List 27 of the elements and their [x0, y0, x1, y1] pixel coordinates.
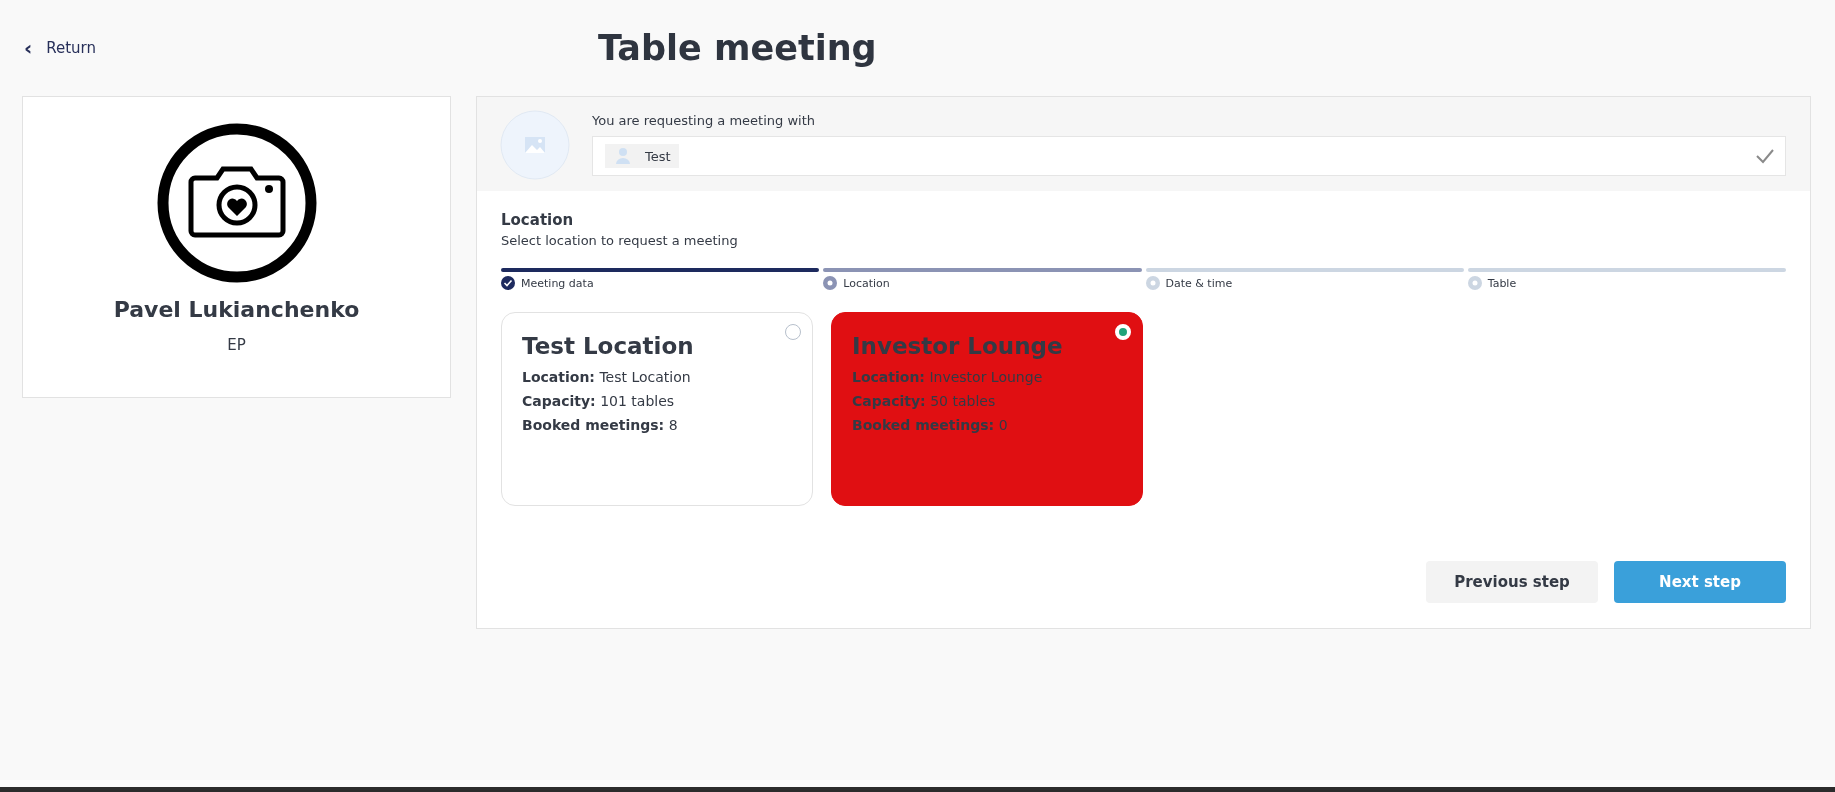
- section-subtitle: Select location to request a meeting: [501, 233, 739, 248]
- image-placeholder-icon: [500, 110, 570, 180]
- location-card[interactable]: Test Location Location: Test Location Capacity: 101 tables Booked meetings: 8: [501, 312, 813, 506]
- location-detail: Booked meetings: 0: [852, 417, 1009, 433]
- step-label[interactable]: Meeting data: [521, 276, 594, 290]
- location-detail: Location: Test Location: [522, 369, 692, 385]
- location-detail: Location: Investor Lounge: [852, 369, 1044, 385]
- step-label[interactable]: Table: [1487, 276, 1517, 290]
- profile-role: EP: [227, 336, 246, 354]
- location-detail: Booked meetings: 8: [522, 417, 679, 433]
- step-label[interactable]: Location: [843, 276, 890, 290]
- attendee-field[interactable]: Test: [592, 136, 1786, 176]
- location-title: Investor Lounge: [852, 333, 1064, 359]
- attendee-chip[interactable]: Test: [605, 144, 679, 168]
- previous-step-button[interactable]: Previous step: [1426, 561, 1598, 603]
- page-title: Table meeting: [598, 28, 877, 68]
- request-label: You are requesting a meeting with: [592, 113, 817, 128]
- attendee-name: Test: [645, 148, 671, 164]
- person-icon: [615, 147, 631, 165]
- return-link[interactable]: ‹ Return: [24, 36, 598, 60]
- location-detail: Capacity: 101 tables: [522, 393, 676, 409]
- location-title: Test Location: [522, 333, 695, 359]
- step-label[interactable]: Date & time: [1165, 276, 1233, 290]
- profile-name: Pavel Lukianchenko: [113, 297, 360, 322]
- location-detail: Capacity: 50 tables: [852, 393, 997, 409]
- section-title: Location: [501, 211, 575, 229]
- radio-button[interactable]: [785, 324, 801, 340]
